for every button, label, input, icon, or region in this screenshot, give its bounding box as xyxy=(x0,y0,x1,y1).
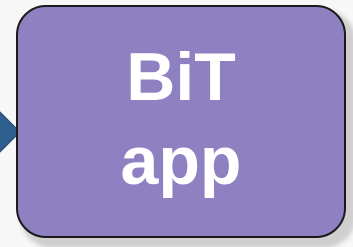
diagram-canvas: BiT app xyxy=(0,0,353,247)
node-label-line-2: app xyxy=(120,123,242,199)
node-label: BiT app xyxy=(18,35,344,203)
app-node: BiT app xyxy=(16,5,346,238)
node-label-line-1: BiT xyxy=(126,39,236,115)
